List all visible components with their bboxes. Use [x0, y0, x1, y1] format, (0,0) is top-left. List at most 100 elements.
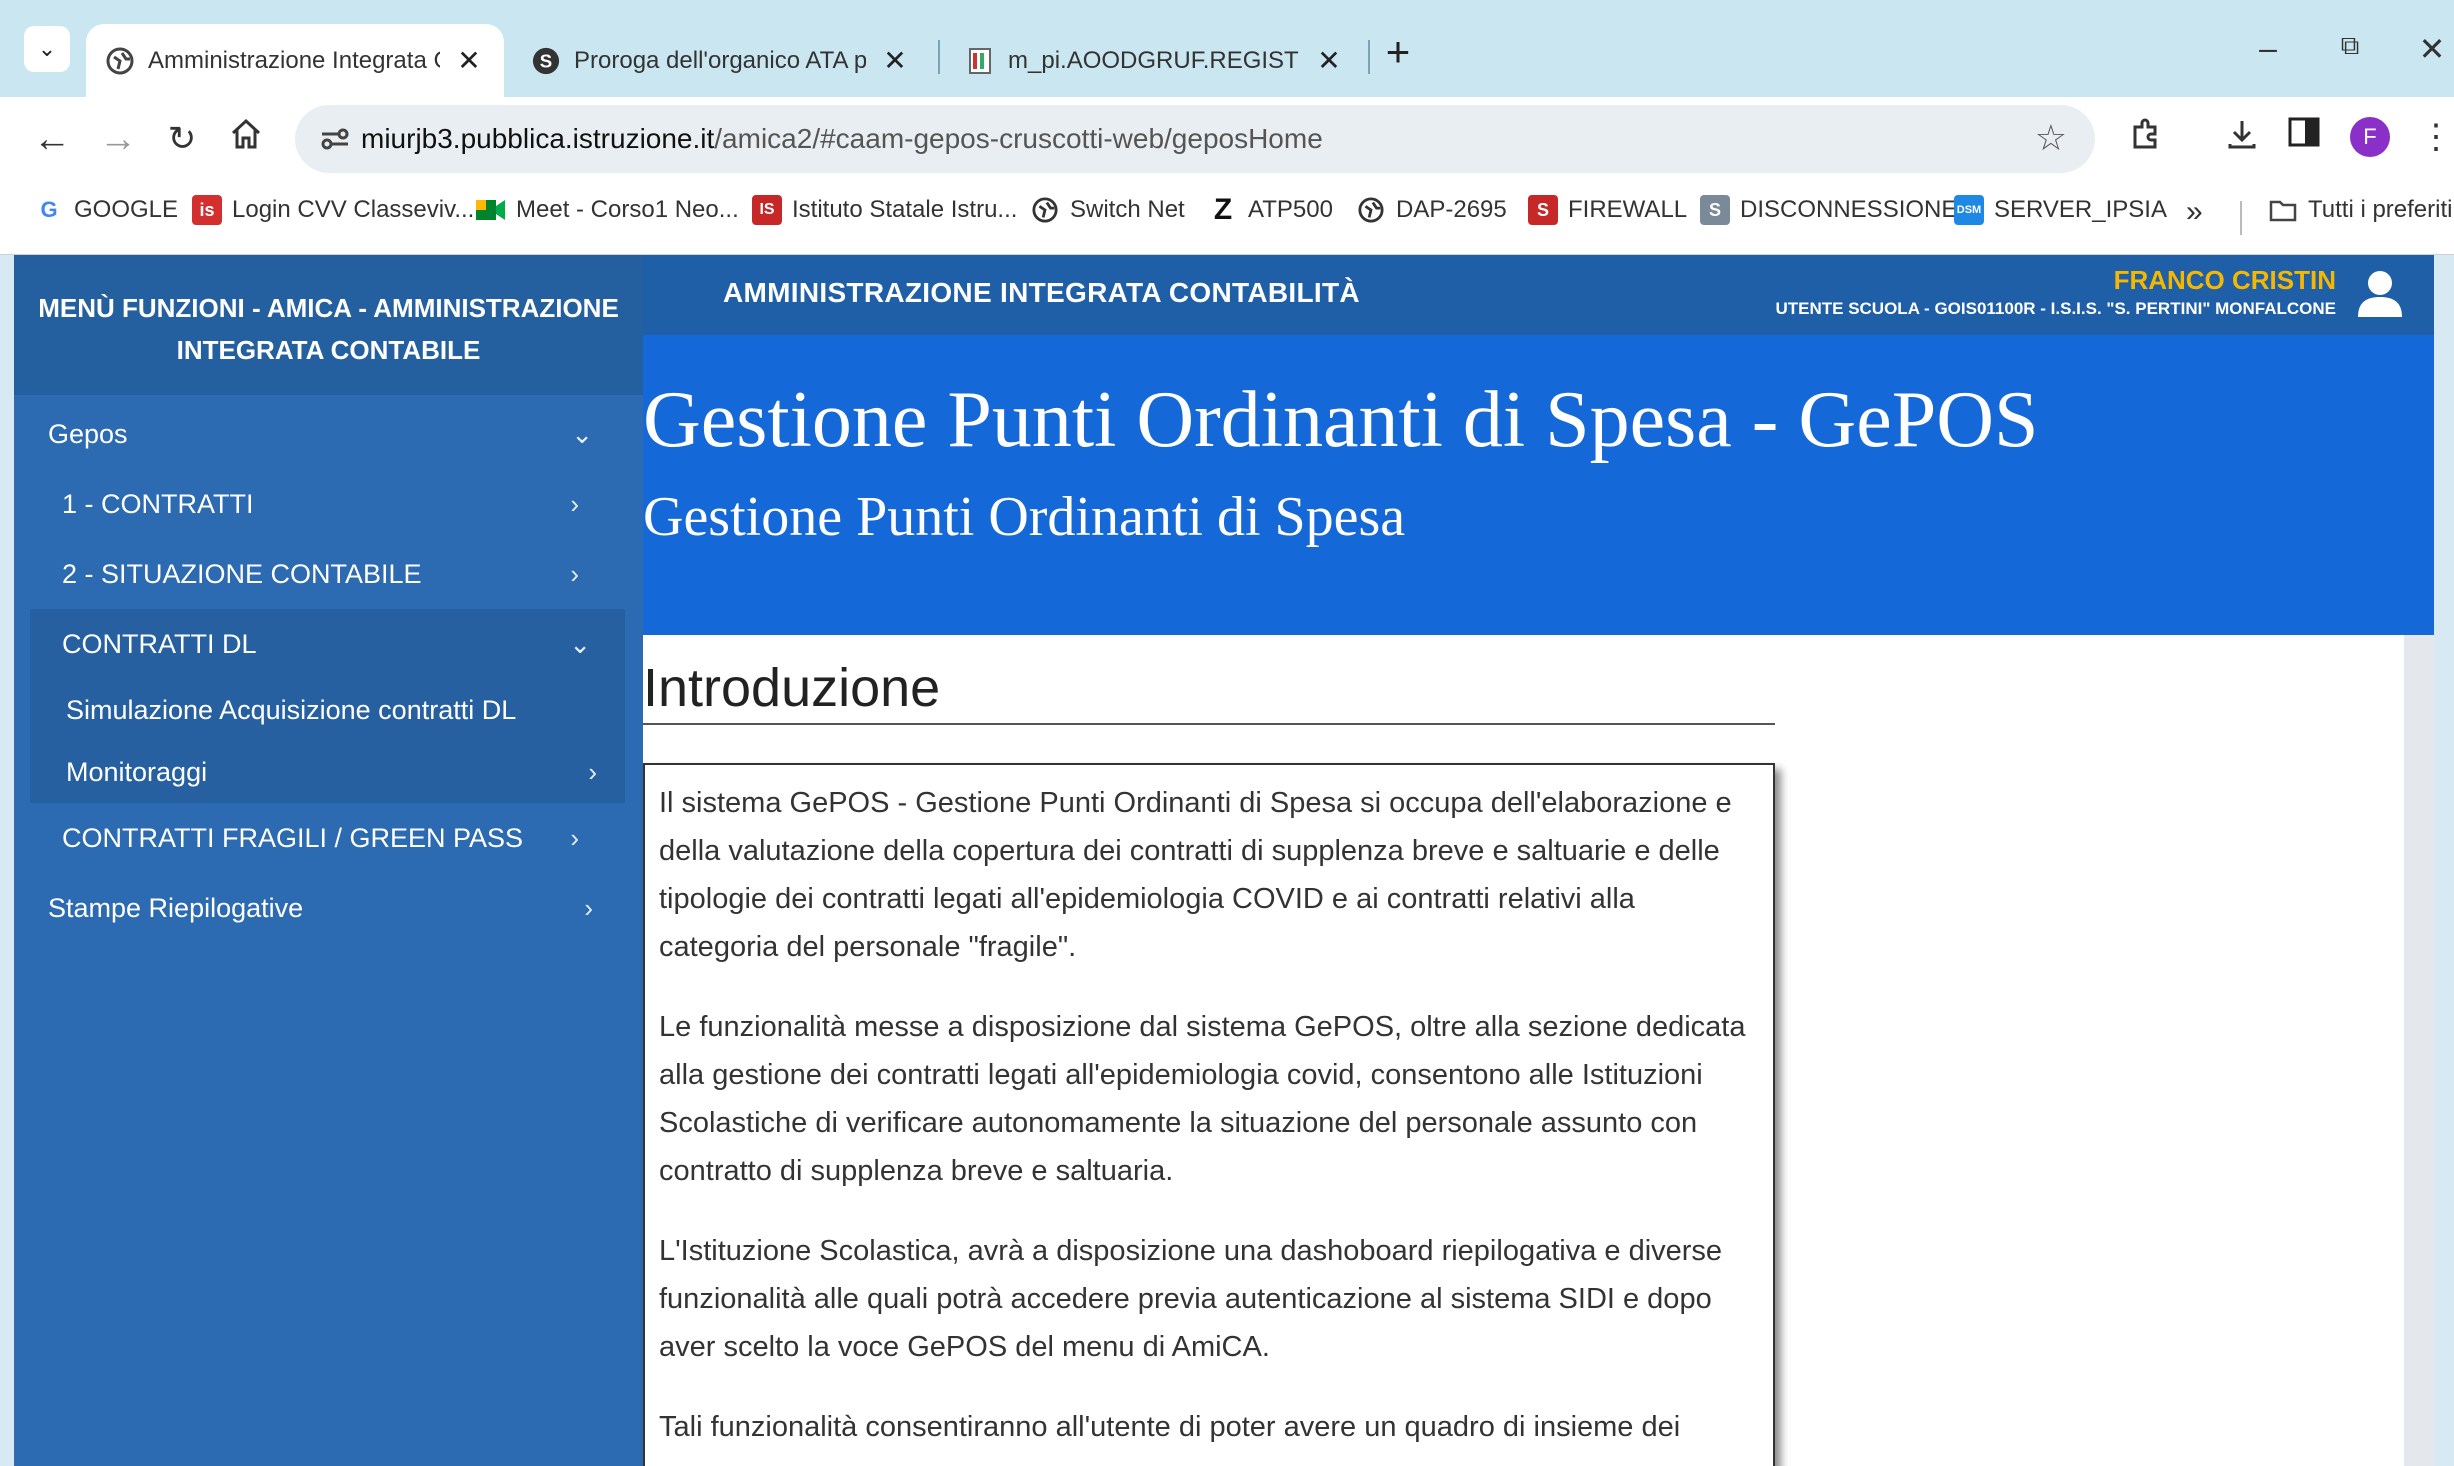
window-edge [2434, 255, 2454, 1466]
chevron-right-icon: › [584, 892, 593, 923]
bookmark-disconnessione[interactable]: S DISCONNESSIONE [1700, 195, 1957, 225]
bookmark-firewall[interactable]: S FIREWALL [1528, 195, 1687, 225]
chevron-down-icon: ⌄ [569, 628, 591, 659]
bookmark-label: SERVER_IPSIA [1994, 196, 2167, 223]
bookmarks-more-button[interactable]: » [2186, 195, 2203, 229]
sidebar-item-contratti-fragili[interactable]: CONTRATTI FRAGILI / GREEN PASS › [14, 803, 643, 873]
download-icon[interactable] [2220, 117, 2264, 160]
bookmark-dap[interactable]: DAP-2695 [1356, 195, 1507, 225]
forward-arrow-icon[interactable]: → [96, 117, 140, 161]
app-title: AMMINISTRAZIONE INTEGRATA CONTABILITÀ [723, 277, 1360, 308]
sidebar-item-label: Simulazione Acquisizione contratti DL [66, 694, 517, 725]
close-window-button[interactable]: ✕ [2412, 30, 2452, 68]
bookmark-label: Switch Net [1070, 196, 1185, 223]
sidebar-item-contratti-dl[interactable]: CONTRATTI DL ⌄ [30, 609, 625, 679]
new-tab-button[interactable]: + [1378, 28, 1418, 76]
page-content: MENÙ FUNZIONI - AMICA - AMMINISTRAZIONE … [14, 255, 2434, 1466]
sidebar-header: MENÙ FUNZIONI - AMICA - AMMINISTRAZIONE … [14, 255, 643, 395]
s-logo-icon: S [532, 47, 560, 75]
close-icon[interactable]: ✕ [454, 44, 484, 77]
firewall-icon: S [1528, 195, 1558, 225]
bookmark-switchnet[interactable]: Switch Net [1030, 195, 1185, 225]
sidebar-item-gepos[interactable]: Gepos ⌄ [14, 399, 643, 469]
sidebar-menu: MENÙ FUNZIONI - AMICA - AMMINISTRAZIONE … [14, 255, 643, 1466]
svg-text:S: S [540, 50, 552, 71]
tab-separator [938, 40, 940, 74]
bookmark-meet[interactable]: Meet - Corso1 Neo... [476, 195, 739, 225]
sidebar-item-label: 2 - SITUAZIONE CONTABILE [62, 558, 422, 589]
sidebar-item-stampe[interactable]: Stampe Riepilogative › [14, 873, 643, 943]
bookmark-google[interactable]: G GOOGLE [34, 195, 178, 225]
bookmark-label: Meet - Corso1 Neo... [516, 196, 739, 223]
intro-paragraph: Il sistema GePOS - Gestione Punti Ordina… [659, 787, 1732, 963]
document-icon [966, 47, 994, 75]
user-icon[interactable] [2356, 269, 2404, 319]
user-name[interactable]: FRANCO CRISTIN [2114, 265, 2336, 296]
bookmarks-bar: G GOOGLE is Login CVV Classeviv... Meet … [0, 181, 2454, 255]
google-icon: G [40, 197, 58, 222]
bookmark-istituto[interactable]: IS Istituto Statale Istru... [752, 195, 1017, 225]
bookmark-server-ipsia[interactable]: DSM SERVER_IPSIA [1954, 195, 2167, 225]
tab-search-button[interactable]: ⌄ [24, 26, 70, 72]
sidebar-item-label: Stampe Riepilogative [48, 892, 304, 923]
meet-icon [476, 195, 506, 225]
server-icon: DSM [1954, 195, 1984, 225]
close-icon[interactable]: ✕ [1314, 44, 1344, 77]
menu-dots-icon[interactable]: ⋮ [2414, 117, 2454, 157]
tab-separator [1368, 40, 1370, 74]
bookmark-atp500[interactable]: Z ATP500 [1208, 193, 1333, 226]
page-banner: Gestione Punti Ordinanti di Spesa - GePO… [643, 335, 2434, 635]
scrollbar-track[interactable] [2404, 635, 2434, 1466]
sidebar-item-situazione-contabile[interactable]: 2 - SITUAZIONE CONTABILE › [14, 539, 643, 609]
url-path: /amica2/#caam-gepos-cruscotti-web/geposH… [714, 123, 1323, 154]
profile-avatar[interactable]: F [2350, 117, 2390, 157]
bookmark-label: Istituto Statale Istru... [792, 196, 1018, 223]
z-icon: Z [1213, 193, 1233, 226]
sidebar-item-label: Gepos [48, 418, 128, 449]
browser-toolbar: ← → ↻ miurjb3.pubblica.istruzione.it/ami… [0, 97, 2454, 181]
user-role: UTENTE SCUOLA - GOIS01100R - I.S.I.S. "S… [1775, 299, 2336, 318]
address-bar[interactable]: miurjb3.pubblica.istruzione.it/amica2/#c… [295, 105, 2095, 173]
tab-proroga[interactable]: S Proroga dell'organico ATA per F ✕ [512, 24, 930, 97]
sidebar-item-monitoraggi[interactable]: Monitoraggi › [30, 741, 625, 803]
tab-amica[interactable]: Amministrazione Integrata Con ✕ [86, 24, 504, 97]
sidebar-item-label: Monitoraggi [66, 756, 208, 787]
contratti-dl-group: CONTRATTI DL ⌄ Simulazione Acquisizione … [30, 609, 625, 803]
chevron-right-icon: › [570, 558, 579, 589]
tab-title: Proroga dell'organico ATA per F [574, 46, 866, 74]
bookmark-label: DAP-2695 [1396, 196, 1507, 223]
chevron-down-icon: ⌄ [571, 418, 593, 449]
chevron-right-icon: › [588, 756, 597, 787]
globe-icon [1030, 195, 1060, 225]
bookmark-label: DISCONNESSIONE [1740, 196, 1958, 223]
bookmark-classeviva[interactable]: is Login CVV Classeviv... [192, 195, 474, 225]
tab-registro[interactable]: m_pi.AOODGRUF.REGISTRO-UF ✕ [946, 24, 1364, 97]
back-arrow-icon[interactable]: ← [30, 117, 74, 161]
sidebar-item-label: 1 - CONTRATTI [62, 488, 254, 519]
bookmark-label: FIREWALL [1568, 196, 1688, 223]
all-bookmarks-button[interactable]: Tutti i preferiti [2268, 195, 2452, 225]
globe-icon [1356, 195, 1386, 225]
extensions-icon[interactable] [2124, 117, 2168, 160]
side-panel-icon[interactable] [2282, 117, 2326, 156]
intro-paragraph: L'Istituzione Scolastica, avrà a disposi… [659, 1235, 1723, 1363]
chevron-right-icon: › [570, 822, 579, 853]
sidebar-item-simulazione[interactable]: Simulazione Acquisizione contratti DL [30, 679, 625, 741]
minimize-button[interactable]: – [2248, 30, 2288, 67]
star-icon[interactable]: ☆ [2035, 117, 2067, 159]
tab-title: Amministrazione Integrata Con [148, 46, 440, 74]
close-icon[interactable]: ✕ [880, 44, 910, 77]
reload-icon[interactable]: ↻ [160, 117, 204, 161]
home-icon[interactable] [224, 117, 268, 161]
restore-button[interactable]: ⧉ [2330, 30, 2370, 62]
bookmarks-separator [2240, 201, 2242, 235]
intro-paragraph: Le funzionalità messe a disposizione dal… [659, 1011, 1746, 1187]
url-text: miurjb3.pubblica.istruzione.it/amica2/#c… [361, 123, 1323, 155]
chevron-right-icon: › [570, 488, 579, 519]
disconnect-icon: S [1700, 195, 1730, 225]
bookmark-label: ATP500 [1248, 196, 1333, 223]
page-subtitle: Gestione Punti Ordinanti di Spesa [643, 486, 1406, 548]
sidebar-item-contratti[interactable]: 1 - CONTRATTI › [14, 469, 643, 539]
site-info-icon[interactable] [315, 119, 355, 159]
sidebar-item-label: CONTRATTI DL [62, 628, 257, 659]
